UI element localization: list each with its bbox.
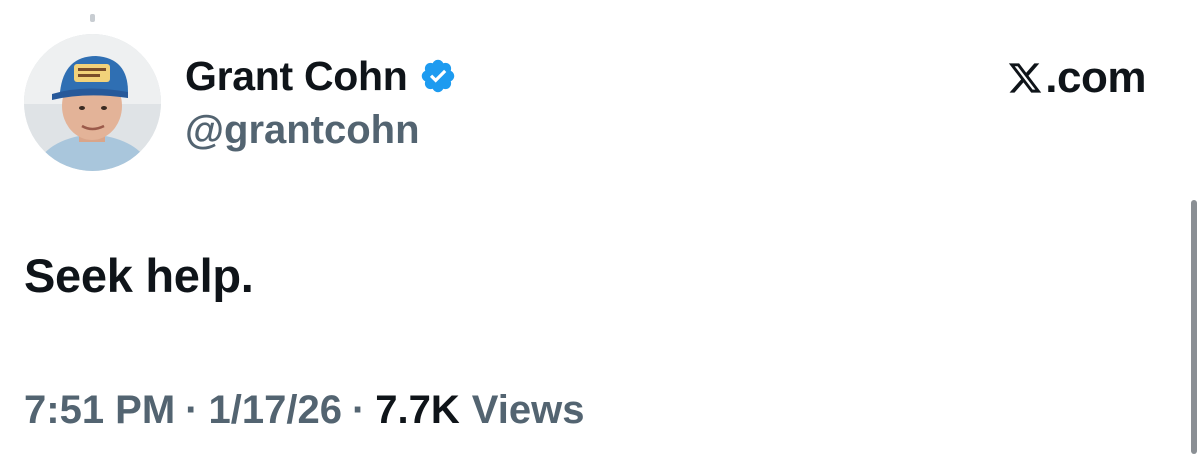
brand-watermark: .com bbox=[1007, 50, 1146, 106]
drag-indicator bbox=[90, 14, 95, 22]
tweet-text: Seek help. bbox=[24, 249, 254, 302]
verified-badge-icon[interactable] bbox=[419, 57, 457, 95]
tweet-card: Grant Cohn @grantcohn .com Seek help. 7:… bbox=[0, 0, 1200, 454]
tweet-meta: 7:51 PM · 1/17/26 · 7.7K Views bbox=[24, 388, 584, 433]
meta-separator: · bbox=[351, 388, 366, 432]
author-name-row: Grant Cohn bbox=[185, 48, 457, 104]
view-count[interactable]: 7.7K bbox=[375, 388, 460, 433]
tweet-time[interactable]: 7:51 PM bbox=[24, 388, 175, 433]
brand-suffix: .com bbox=[1045, 53, 1146, 102]
author-display-name[interactable]: Grant Cohn bbox=[185, 53, 408, 100]
avatar-image bbox=[24, 34, 161, 171]
author-identity: Grant Cohn @grantcohn bbox=[185, 48, 457, 153]
x-logo-icon bbox=[1007, 60, 1043, 96]
author-handle[interactable]: @grantcohn bbox=[185, 108, 457, 153]
scrollbar-thumb[interactable] bbox=[1191, 200, 1197, 454]
avatar[interactable] bbox=[24, 34, 161, 171]
views-label[interactable]: Views bbox=[472, 388, 585, 433]
tweet-date[interactable]: 1/17/26 bbox=[209, 388, 342, 433]
meta-separator: · bbox=[185, 388, 199, 432]
